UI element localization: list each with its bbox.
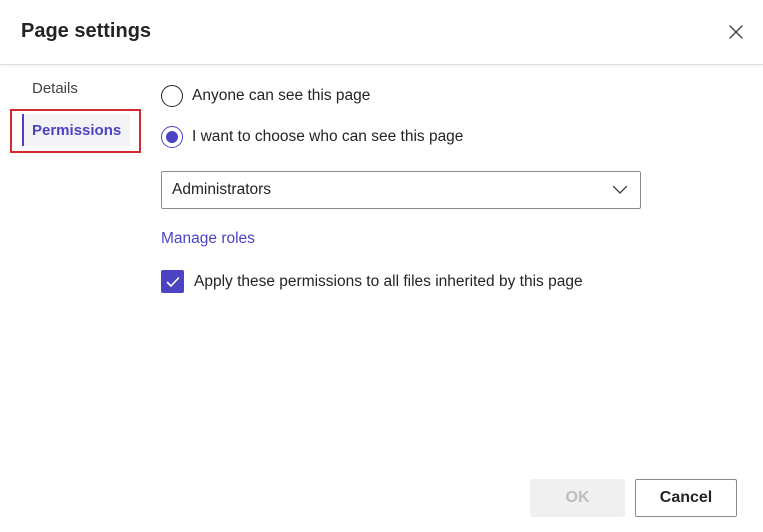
close-button[interactable] (722, 18, 750, 46)
dialog-header: Page settings (0, 0, 763, 65)
radio-button-checked[interactable] (161, 126, 183, 148)
chevron-down-icon (610, 180, 630, 200)
apply-permissions-checkbox[interactable] (161, 270, 184, 293)
roles-dropdown[interactable]: Administrators (161, 171, 641, 209)
checkmark-icon (166, 276, 179, 287)
roles-dropdown-value: Administrators (172, 181, 272, 198)
radio-choose[interactable]: I want to choose who can see this page (161, 126, 463, 148)
radio-label: Anyone can see this page (192, 87, 371, 104)
nav-item-details[interactable]: Details (32, 79, 78, 99)
close-icon (729, 25, 743, 39)
dialog-title: Page settings (21, 20, 152, 42)
page-settings-dialog: Page settings Details Permissions Anyone… (0, 0, 763, 532)
selected-indicator (22, 114, 24, 146)
radio-button[interactable] (161, 85, 183, 107)
checkbox-label: Apply these permissions to all files inh… (194, 272, 583, 290)
cancel-button[interactable]: Cancel (635, 479, 737, 517)
manage-roles-link[interactable]: Manage roles (161, 230, 255, 248)
apply-permissions-checkbox-row[interactable]: Apply these permissions to all files inh… (161, 270, 583, 293)
nav-item-permissions[interactable]: Permissions (22, 114, 130, 146)
radio-anyone[interactable]: Anyone can see this page (161, 85, 370, 107)
radio-dot (166, 131, 178, 143)
ok-button[interactable]: OK (530, 479, 625, 517)
nav-item-label: Permissions (32, 121, 122, 139)
radio-label: I want to choose who can see this page (192, 128, 464, 145)
